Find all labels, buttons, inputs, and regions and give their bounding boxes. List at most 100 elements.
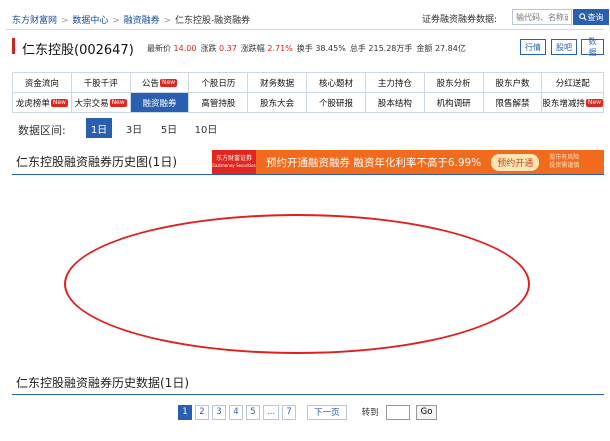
range-option[interactable]: 10日 (192, 118, 220, 138)
nav-item[interactable]: 股东大会 (248, 93, 308, 113)
quote-value: 27.84亿 (434, 44, 466, 53)
nav-item[interactable]: 高管持股 (189, 93, 249, 113)
risk-notice: 股市有风险 投资需谨慎 (549, 154, 579, 170)
page-link[interactable]: 5 (246, 404, 260, 420)
data-button[interactable]: 数据 (581, 37, 604, 57)
quote-item: 金额 27.84亿 (416, 44, 465, 53)
quote-item: 涨跌幅 2.71% (241, 44, 293, 53)
nav-item-label: 股东户数 (495, 78, 530, 89)
risk-line-2: 投资需谨慎 (549, 162, 580, 169)
goto-label: 转到 (361, 408, 379, 418)
ad-text: 预约开通融资融券 融资年化利率不高于6.99% (266, 156, 482, 169)
nav-item-label: 高管持股 (201, 98, 236, 109)
nav-item[interactable]: 股东分析 (424, 73, 484, 93)
guba-button[interactable]: 股吧 (551, 39, 577, 55)
nav-item-label: 主力持仓 (377, 78, 412, 89)
range-option[interactable]: 1日 (86, 118, 112, 138)
quote-item: 换手 38.45% (297, 44, 346, 53)
red-oval-annotation (64, 214, 530, 354)
quote-value: 14.00 (173, 44, 197, 53)
quote-label: 最新价 (147, 44, 171, 53)
range-option[interactable]: 3日 (122, 118, 146, 138)
goto-page-input[interactable] (385, 404, 410, 420)
pagination: 1 2 3 4 5... 7 下一页 转到 Go (178, 404, 438, 420)
nav-item-label: 限售解禁 (495, 98, 530, 109)
quote-label: 金额 (416, 44, 433, 53)
nav-item-label: 股本结构 (377, 98, 412, 109)
new-badge: New (50, 98, 68, 107)
page-link[interactable]: 3 (212, 404, 226, 420)
risk-line-1: 股市有风险 (549, 154, 580, 161)
stock-title: 仁东控股(002647) (22, 43, 134, 58)
data-section-divider (12, 394, 604, 395)
breadcrumb-data-center-link[interactable]: 数据中心 (72, 16, 108, 26)
search-input[interactable] (512, 9, 572, 25)
nav-item-label: 龙虎榜单 (15, 98, 50, 109)
top-bar: 东方财富网 > 数据中心 > 融资融券 > 仁东控股-融资融券 证券融资融券数据… (6, 4, 609, 30)
quote-item: 最新价 14.00 (147, 44, 196, 53)
new-badge: New (160, 78, 178, 87)
breadcrumb-separator: > (163, 16, 172, 26)
quote-value: 215.28万手 (368, 44, 413, 53)
quote-summary: 最新价 14.00 涨跌 0.37 涨跌幅 2.71% 换手 38.45% 总手 215… (147, 43, 470, 54)
ad-open-button[interactable]: 预约开通 (491, 153, 540, 171)
nav-item[interactable]: 机构调研 (424, 93, 484, 113)
nav-item[interactable]: 财务数据 (248, 73, 308, 93)
nav-item-label: 分红送配 (555, 78, 590, 89)
next-page-button[interactable]: 下一页 (307, 404, 347, 420)
nav-item[interactable]: 个股日历 (189, 73, 249, 93)
page-link[interactable]: 7 (282, 404, 297, 420)
broker-logo-text: 东方财富证券 (215, 155, 252, 162)
nav-item[interactable]: 股东增减持 New (542, 93, 604, 113)
breadcrumb-current: 仁东控股-融资融券 (174, 16, 251, 26)
search-button[interactable]: 查询 (573, 9, 609, 25)
range-option[interactable]: 5日 (156, 118, 182, 138)
nav-item-label: 股东分析 (436, 78, 471, 89)
nav-item-label: 财务数据 (260, 78, 295, 89)
nav-item[interactable]: 主力持仓 (365, 73, 425, 93)
nav-item[interactable]: 核心题材 (307, 73, 366, 93)
goto-button[interactable]: Go (415, 404, 438, 420)
nav-item[interactable]: 个股研报 (307, 93, 366, 113)
nav-item[interactable]: 千股千评 (71, 73, 131, 93)
quote-value: 38.45% (315, 44, 346, 53)
nav-item-label: 公告 (141, 78, 159, 89)
chart-section-title: 仁东控股融资融券历史图(1日) (16, 155, 177, 169)
nav-item[interactable]: 股东户数 (483, 73, 543, 93)
nav-item[interactable]: 公告 New (130, 73, 190, 93)
breadcrumb-margin-link[interactable]: 融资融券 (124, 16, 160, 26)
nav-item[interactable]: 股本结构 (365, 93, 425, 113)
nav-item-label: 个股研报 (319, 98, 354, 109)
quote-label: 总手 (349, 44, 366, 53)
quote-button[interactable]: 行情 (520, 39, 546, 55)
data-nav-grid: 资金流向 千股千评 公告 New 个股日历 财务数据 核心题材 主力持仓 股东分析 股东户数 分红送… (12, 72, 604, 113)
new-badge: New (585, 98, 603, 107)
nav-item[interactable]: 大宗交易 New (71, 93, 131, 113)
range-label: 数据区间: (18, 124, 66, 137)
breadcrumb-separator: > (112, 16, 120, 26)
nav-item[interactable]: 融资融券 (130, 93, 190, 113)
nav-item[interactable]: 分红送配 (542, 73, 604, 93)
broker-logo: 东方财富证券 Eastmoney Securities (212, 150, 256, 174)
breadcrumb-home-link[interactable]: 东方财富网 (12, 16, 57, 26)
nav-item[interactable]: 龙虎榜单 New (13, 93, 72, 113)
page-link[interactable]: 1 (178, 404, 192, 420)
page-link[interactable]: 4 (229, 404, 243, 420)
search-button-label: 查询 (587, 12, 604, 22)
nav-item[interactable]: 限售解禁 (483, 93, 543, 113)
chart-section-divider (12, 174, 604, 175)
nav-item-label: 股东增减持 (542, 98, 585, 109)
margin-ad-banner[interactable]: 东方财富证券 Eastmoney Securities 预约开通融资融券 融资年… (212, 150, 604, 174)
quote-label: 涨跌 (200, 44, 217, 53)
search-label: 证券融资融券数据: (422, 15, 498, 25)
nav-item-label: 核心题材 (319, 78, 354, 89)
page-link[interactable]: 2 (195, 404, 209, 420)
page-link[interactable]: ... (263, 404, 280, 420)
nav-item-label: 融资融券 (142, 98, 177, 109)
quote-item: 涨跌 0.37 (200, 44, 236, 53)
data-section-title: 仁东控股融资融券历史数据(1日) (16, 376, 189, 390)
nav-item[interactable]: 资金流向 (13, 73, 72, 93)
new-badge: New (109, 98, 127, 107)
quote-item: 总手 215.28万手 (350, 44, 413, 53)
search-icon (578, 13, 587, 21)
